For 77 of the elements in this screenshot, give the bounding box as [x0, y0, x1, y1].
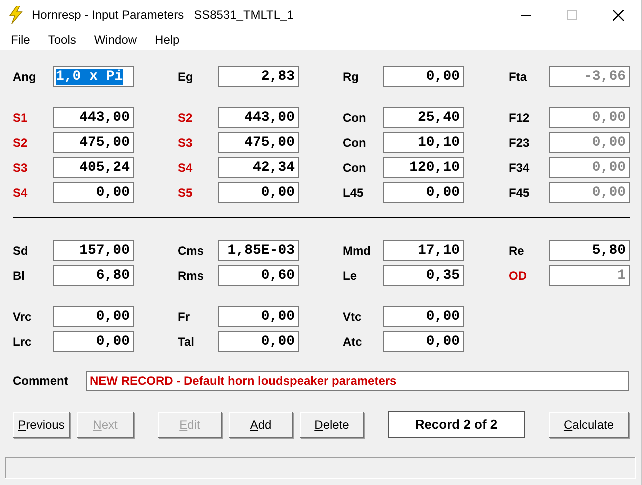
record-counter: Record 2 of 2 — [388, 411, 525, 438]
input-field[interactable]: 0,00 — [383, 182, 464, 203]
input-field[interactable]: 17,10 — [383, 240, 464, 261]
close-icon — [612, 10, 624, 20]
input-field[interactable]: 1,85E-03 — [218, 240, 299, 261]
field-label: Atc — [343, 334, 364, 350]
field-label: Eg — [178, 68, 194, 86]
input-field[interactable]: 1,0 x Pi — [53, 66, 134, 87]
field-label: S3 — [178, 134, 194, 152]
input-field[interactable]: 0,00 — [218, 182, 299, 203]
field-label: Le — [343, 268, 358, 284]
input-field[interactable]: 5,80 — [549, 240, 630, 261]
field-label: Con — [343, 134, 368, 152]
input-field[interactable]: 0,00 — [383, 66, 464, 87]
field-label: Con — [343, 110, 368, 126]
input-field[interactable]: 120,10 — [383, 157, 464, 178]
field-label: Mmd — [343, 242, 372, 260]
input-field[interactable]: 0,35 — [383, 265, 464, 286]
input-field[interactable]: 25,40 — [383, 107, 464, 128]
input-field[interactable]: 6,80 — [53, 265, 134, 286]
field-label: L45 — [343, 184, 365, 202]
dialog-button[interactable]: Calculate — [549, 412, 629, 438]
field-label: S1 — [13, 110, 29, 126]
input-field[interactable]: 475,00 — [53, 132, 134, 153]
field-label: Ang — [13, 68, 38, 86]
field-label: Tal — [178, 334, 196, 350]
field-label: Re — [509, 242, 526, 260]
comment-field[interactable]: NEW RECORD - Default horn loudspeaker parameters — [86, 371, 629, 391]
field-label: F45 — [509, 184, 531, 202]
field-label: S2 — [13, 134, 29, 152]
field-label: Rms — [178, 268, 206, 284]
field-label: Vtc — [343, 308, 363, 326]
input-field[interactable]: 405,24 — [53, 157, 134, 178]
field-label: Sd — [13, 242, 30, 260]
input-field[interactable]: 0,00 — [383, 306, 464, 327]
input-field[interactable]: 443,00 — [53, 107, 134, 128]
dialog-button[interactable]: Previous — [13, 412, 70, 438]
input-field[interactable]: 10,10 — [383, 132, 464, 153]
input-field[interactable]: 0,00 — [53, 331, 134, 352]
field-label: F23 — [509, 134, 531, 152]
field-label: S4 — [13, 184, 29, 202]
field-label: Cms — [178, 242, 206, 260]
input-field[interactable]: 0,60 — [218, 265, 299, 286]
field-label: Fr — [178, 308, 191, 326]
input-field[interactable]: 0,00 — [218, 306, 299, 327]
field-label: S4 — [178, 160, 194, 176]
menu-item[interactable]: Tools — [39, 31, 86, 49]
field-label: Lrc — [13, 334, 33, 350]
field-label: S3 — [13, 160, 29, 176]
field-label: OD — [509, 268, 528, 284]
menu-item[interactable]: File — [2, 31, 40, 49]
lightning-icon — [8, 6, 24, 24]
input-field[interactable]: 42,34 — [218, 157, 299, 178]
dialog-button[interactable]: Add — [229, 412, 293, 438]
input-field[interactable]: 0,00 — [383, 331, 464, 352]
input-field[interactable]: 2,83 — [218, 66, 299, 87]
input-field[interactable]: 443,00 — [218, 107, 299, 128]
field-label: Rg — [343, 68, 360, 86]
field-label: F34 — [509, 160, 531, 176]
field-label: Vrc — [13, 308, 33, 326]
field-label: S2 — [178, 110, 194, 126]
input-field[interactable]: 157,00 — [53, 240, 134, 261]
input-field[interactable]: 475,00 — [218, 132, 299, 153]
input-field[interactable]: 0,00 — [53, 306, 134, 327]
window-title: Hornresp - Input Parameters — [32, 7, 184, 24]
field-label: Bl — [13, 268, 26, 284]
input-field[interactable]: 0,00 — [53, 182, 134, 203]
dialog-button[interactable]: Delete — [300, 412, 364, 438]
field-label: F12 — [509, 110, 531, 126]
input-field[interactable]: 0,00 — [218, 331, 299, 352]
field-label: Fta — [509, 68, 528, 86]
document-name: SS8531_TMLTL_1 — [194, 7, 294, 24]
menu-item[interactable]: Window — [85, 31, 146, 49]
field-label: Con — [343, 160, 368, 176]
menu-item[interactable]: Help — [146, 31, 189, 49]
field-label: S5 — [178, 184, 194, 202]
comment-label: Comment — [13, 373, 70, 390]
